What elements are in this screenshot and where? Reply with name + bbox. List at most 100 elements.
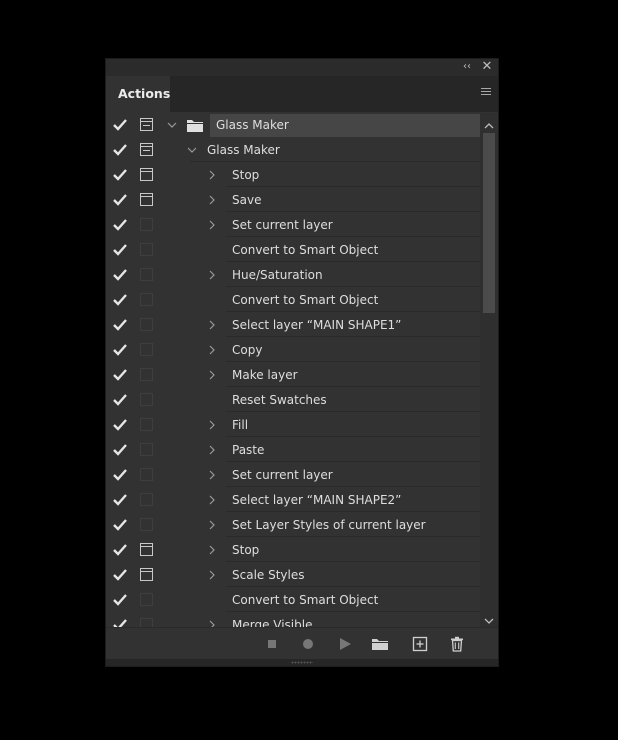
command-row[interactable]: Merge Visible [106, 613, 480, 627]
toggle-item-checkbox[interactable] [112, 368, 128, 382]
toggle-dialog-icon[interactable] [140, 368, 153, 381]
scroll-thumb[interactable] [483, 133, 495, 313]
command-row[interactable]: Make layer [106, 363, 480, 388]
toggle-item-checkbox[interactable] [112, 493, 128, 507]
row-content[interactable]: Fill [226, 414, 480, 437]
command-row[interactable]: Scale Styles [106, 563, 480, 588]
command-row[interactable]: Reset Swatches [106, 388, 480, 413]
toggle-dialog-icon[interactable] [140, 618, 153, 627]
toggle-dialog-icon[interactable] [140, 443, 153, 456]
toggle-item-checkbox[interactable] [112, 543, 128, 557]
chevron-right-icon[interactable] [206, 219, 218, 231]
row-content[interactable]: Paste [226, 439, 480, 462]
command-row[interactable]: Paste [106, 438, 480, 463]
chevron-right-icon[interactable] [206, 619, 218, 627]
action-row[interactable]: Glass Maker [106, 138, 480, 163]
chevron-right-icon[interactable] [206, 469, 218, 481]
command-row[interactable]: Fill [106, 413, 480, 438]
toggle-item-checkbox[interactable] [112, 193, 128, 207]
toggle-item-checkbox[interactable] [112, 518, 128, 532]
chevron-right-icon[interactable] [206, 569, 218, 581]
toggle-dialog-icon[interactable] [140, 168, 153, 181]
command-row[interactable]: Convert to Smart Object [106, 238, 480, 263]
row-content[interactable]: Convert to Smart Object [226, 239, 480, 262]
chevron-right-icon[interactable] [206, 269, 218, 281]
row-content[interactable]: Stop [226, 539, 480, 562]
command-row[interactable]: Stop [106, 163, 480, 188]
command-row[interactable]: Stop [106, 538, 480, 563]
toggle-dialog-icon[interactable] [140, 318, 153, 331]
chevron-right-icon[interactable] [206, 494, 218, 506]
toggle-item-checkbox[interactable] [112, 318, 128, 332]
toggle-item-checkbox[interactable] [112, 168, 128, 182]
action-set-row[interactable]: Glass Maker [106, 113, 480, 138]
chevron-right-icon[interactable] [206, 419, 218, 431]
toggle-dialog-icon[interactable] [140, 468, 153, 481]
row-content[interactable]: Set Layer Styles of current layer [226, 514, 480, 537]
command-row[interactable]: Convert to Smart Object [106, 288, 480, 313]
create-new-action-button[interactable] [412, 636, 428, 652]
create-new-set-button[interactable] [371, 636, 389, 652]
toggle-dialog-icon[interactable] [140, 118, 153, 131]
command-row[interactable]: Set current layer [106, 213, 480, 238]
row-content[interactable]: Make layer [226, 364, 480, 387]
delete-button[interactable] [449, 636, 465, 652]
toggle-item-checkbox[interactable] [112, 243, 128, 257]
toggle-dialog-icon[interactable] [140, 418, 153, 431]
scroll-down-icon[interactable] [480, 611, 498, 624]
toggle-item-checkbox[interactable] [112, 418, 128, 432]
toggle-dialog-icon[interactable] [140, 493, 153, 506]
row-content[interactable]: Glass Maker [210, 114, 480, 137]
scroll-up-icon[interactable] [480, 116, 498, 129]
toggle-item-checkbox[interactable] [112, 293, 128, 307]
command-row[interactable]: Convert to Smart Object [106, 588, 480, 613]
toggle-item-checkbox[interactable] [112, 468, 128, 482]
row-content[interactable]: Glass Maker [190, 139, 480, 162]
command-row[interactable]: Set Layer Styles of current layer [106, 513, 480, 538]
toggle-dialog-icon[interactable] [140, 218, 153, 231]
chevron-right-icon[interactable] [206, 519, 218, 531]
chevron-down-icon[interactable] [166, 119, 178, 131]
toggle-dialog-icon[interactable] [140, 268, 153, 281]
toggle-item-checkbox[interactable] [112, 343, 128, 357]
toggle-item-checkbox[interactable] [112, 268, 128, 282]
toggle-dialog-icon[interactable] [140, 593, 153, 606]
toggle-dialog-icon[interactable] [140, 193, 153, 206]
row-content[interactable]: Hue/Saturation [226, 264, 480, 287]
command-row[interactable]: Save [106, 188, 480, 213]
toggle-dialog-icon[interactable] [140, 393, 153, 406]
toggle-item-checkbox[interactable] [112, 618, 128, 627]
toggle-item-checkbox[interactable] [112, 593, 128, 607]
row-content[interactable]: Stop [226, 164, 480, 187]
panel-resize-grip[interactable] [106, 659, 498, 666]
row-content[interactable]: Merge Visible [226, 614, 480, 627]
panel-menu-icon[interactable] [481, 88, 491, 98]
chevron-right-icon[interactable] [206, 194, 218, 206]
command-row[interactable]: Select layer “MAIN SHAPE2” [106, 488, 480, 513]
toggle-dialog-icon[interactable] [140, 293, 153, 306]
command-row[interactable]: Set current layer [106, 463, 480, 488]
chevron-right-icon[interactable] [206, 369, 218, 381]
command-row[interactable]: Copy [106, 338, 480, 363]
tab-actions[interactable]: Actions [106, 76, 170, 112]
stop-playing-button[interactable] [264, 636, 280, 652]
collapse-panel-button[interactable]: ‹‹ [460, 60, 474, 74]
chevron-right-icon[interactable] [206, 344, 218, 356]
row-content[interactable]: Reset Swatches [226, 389, 480, 412]
row-content[interactable]: Scale Styles [226, 564, 480, 587]
begin-recording-button[interactable] [300, 636, 316, 652]
row-content[interactable]: Set current layer [226, 464, 480, 487]
chevron-right-icon[interactable] [206, 319, 218, 331]
chevron-right-icon[interactable] [206, 444, 218, 456]
toggle-item-checkbox[interactable] [112, 218, 128, 232]
toggle-dialog-icon[interactable] [140, 518, 153, 531]
play-selection-button[interactable] [337, 636, 353, 652]
actions-scrollbar[interactable] [480, 113, 498, 627]
chevron-right-icon[interactable] [206, 544, 218, 556]
row-content[interactable]: Select layer “MAIN SHAPE2” [226, 489, 480, 512]
toggle-dialog-icon[interactable] [140, 568, 153, 581]
close-panel-button[interactable]: ✕ [480, 60, 494, 74]
command-row[interactable]: Select layer “MAIN SHAPE1” [106, 313, 480, 338]
row-content[interactable]: Copy [226, 339, 480, 362]
toggle-item-checkbox[interactable] [112, 568, 128, 582]
